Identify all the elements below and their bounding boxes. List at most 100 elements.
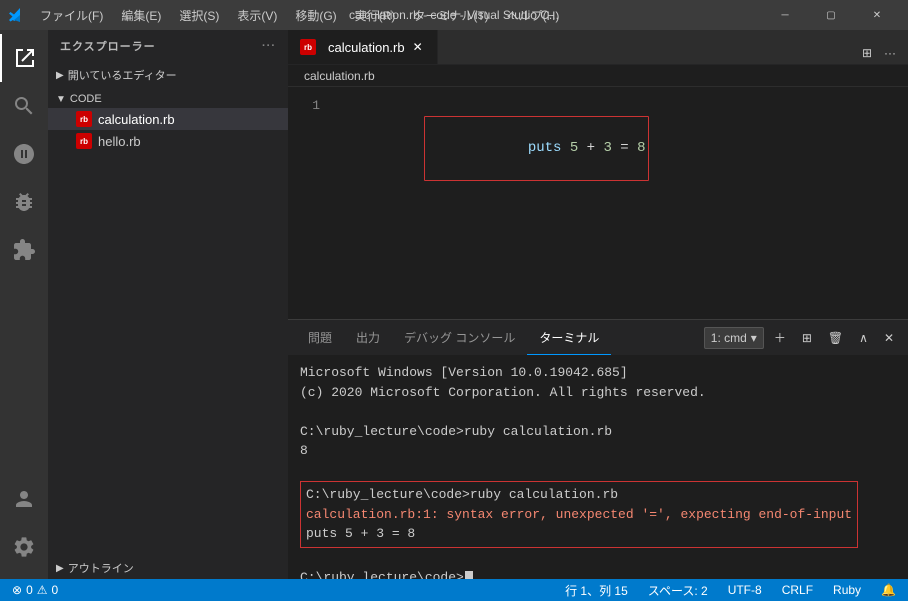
code-section-header[interactable]: ▼ CODE xyxy=(48,90,288,108)
outline-label: アウトライン xyxy=(68,560,134,576)
file-hello-rb[interactable]: rb hello.rb xyxy=(48,130,288,152)
indentation[interactable]: スペース: 2 xyxy=(644,579,712,601)
sidebar-header-actions: ··· xyxy=(262,40,276,52)
activity-search[interactable] xyxy=(0,82,48,130)
warning-number: 0 xyxy=(52,583,59,597)
add-terminal-button[interactable]: ＋ xyxy=(768,325,792,350)
maximize-panel-button[interactable]: ∧ xyxy=(853,327,874,349)
chevron-right-icon-2: ▶ xyxy=(56,563,64,574)
delete-terminal-button[interactable]: 🗑 xyxy=(822,327,849,349)
code-section-label: CODE xyxy=(70,93,102,105)
outline-header[interactable]: ▶ アウトライン xyxy=(48,557,288,579)
notifications-icon[interactable]: 🔔 xyxy=(877,579,900,601)
terminal-content[interactable]: Microsoft Windows [Version 10.0.19042.68… xyxy=(288,355,908,579)
file-name-calculation: calculation.rb xyxy=(98,112,175,127)
terminal-line-6 xyxy=(300,461,896,481)
terminal-line-2: (c) 2020 Microsoft Corporation. All righ… xyxy=(300,383,896,403)
chevron-right-icon: ▶ xyxy=(56,70,64,81)
keyword-puts: puts xyxy=(528,140,570,156)
tab-bar: rb calculation.rb ✕ ⊞ ··· xyxy=(288,30,908,65)
more-actions-button[interactable]: ··· xyxy=(880,42,900,64)
panel-area: 問題 出力 デバッグ コンソール ターミナル 1: cmd ▾ ＋ ⊞ 🗑 ∧ … xyxy=(288,319,908,579)
code-line-1: 1 puts 5 + 3 = 8 xyxy=(288,95,908,202)
language-mode[interactable]: Ruby xyxy=(829,579,865,601)
cursor-block xyxy=(465,571,473,579)
menu-edit[interactable]: 編集(E) xyxy=(113,3,169,28)
activity-account[interactable] xyxy=(0,475,48,523)
open-editors-label: 開いているエディター xyxy=(68,67,177,83)
warning-icon: ⚠ xyxy=(37,583,48,597)
terminal-line-5: 8 xyxy=(300,441,896,461)
number-3: 3 xyxy=(603,140,611,156)
panel-tab-terminal[interactable]: ターミナル xyxy=(527,320,611,355)
panel-tab-output[interactable]: 出力 xyxy=(344,320,392,355)
line-content-1: puts 5 + 3 = 8 xyxy=(336,95,908,202)
tab-file-icon: rb xyxy=(300,39,316,55)
split-terminal-button[interactable]: ⊞ xyxy=(796,327,818,349)
menu-select[interactable]: 選択(S) xyxy=(171,3,227,28)
debug-icon xyxy=(12,190,36,214)
operator-plus: + xyxy=(578,140,603,156)
file-name-hello: hello.rb xyxy=(98,134,141,149)
line-number-1: 1 xyxy=(288,95,336,202)
cursor-position[interactable]: 行 1、列 15 xyxy=(561,579,632,601)
tab-label: calculation.rb xyxy=(328,40,405,55)
terminal-error-block: C:\ruby_lecture\code>ruby calculation.rb… xyxy=(300,481,858,548)
eol[interactable]: CRLF xyxy=(778,579,817,601)
breadcrumb-file: calculation.rb xyxy=(304,69,375,83)
minimize-button[interactable]: ─ xyxy=(762,0,808,30)
terminal-line-3 xyxy=(300,402,896,422)
tab-bar-actions: ⊞ ··· xyxy=(850,42,908,64)
tab-calculation-rb[interactable]: rb calculation.rb ✕ xyxy=(288,30,438,64)
encoding[interactable]: UTF-8 xyxy=(724,579,766,601)
language-text: Ruby xyxy=(833,583,861,597)
close-panel-button[interactable]: ✕ xyxy=(878,327,900,349)
activity-bottom xyxy=(0,475,48,579)
extensions-icon xyxy=(12,238,36,262)
terminal-line-4: C:\ruby_lecture\code>ruby calculation.rb xyxy=(300,422,896,442)
vscode-icon xyxy=(8,7,24,23)
account-icon xyxy=(12,487,36,511)
error-number: 0 xyxy=(26,583,33,597)
breadcrumb: calculation.rb xyxy=(288,65,908,87)
sidebar: エクスプローラー ··· ▶ 開いているエディター ▼ CODE rb calc… xyxy=(48,30,288,579)
activity-bar xyxy=(0,30,48,579)
terminal-line-1: Microsoft Windows [Version 10.0.19042.68… xyxy=(300,363,896,383)
dropdown-arrow-icon: ▾ xyxy=(751,331,757,345)
panel-tab-problems[interactable]: 問題 xyxy=(296,320,344,355)
outline-section: ▶ アウトライン xyxy=(48,557,288,579)
terminal-selector[interactable]: 1: cmd ▾ xyxy=(704,327,764,349)
terminal-prompt: C:\ruby_lecture\code> xyxy=(300,568,896,579)
status-right: 行 1、列 15 スペース: 2 UTF-8 CRLF Ruby 🔔 xyxy=(561,579,900,601)
menu-view[interactable]: 表示(V) xyxy=(229,3,285,28)
activity-explorer[interactable] xyxy=(0,34,48,82)
terminal-name: 1: cmd xyxy=(711,331,747,345)
sidebar-more-icon[interactable]: ··· xyxy=(262,40,276,52)
panel-tab-debug[interactable]: デバッグ コンソール xyxy=(392,320,527,355)
error-count[interactable]: ⊗ 0 ⚠ 0 xyxy=(8,579,62,601)
eol-text: CRLF xyxy=(782,583,813,597)
open-editors-header[interactable]: ▶ 開いているエディター xyxy=(48,64,288,86)
activity-extensions[interactable] xyxy=(0,226,48,274)
file-calculation-rb[interactable]: rb calculation.rb xyxy=(48,108,288,130)
ruby-file-icon-2: rb xyxy=(76,133,92,149)
menu-go[interactable]: 移動(G) xyxy=(287,3,344,28)
maximize-button[interactable]: ▢ xyxy=(808,0,854,30)
panel-tab-bar: 問題 出力 デバッグ コンソール ターミナル 1: cmd ▾ ＋ ⊞ 🗑 ∧ … xyxy=(288,320,908,355)
terminal-error-cmd: C:\ruby_lecture\code>ruby calculation.rb xyxy=(306,485,852,505)
tab-close-button[interactable]: ✕ xyxy=(411,38,425,56)
menu-file[interactable]: ファイル(F) xyxy=(32,3,111,28)
status-left: ⊗ 0 ⚠ 0 xyxy=(8,579,62,601)
titlebar: ファイル(F) 編集(E) 選択(S) 表示(V) 移動(G) 実行(R) ター… xyxy=(0,0,908,30)
close-button[interactable]: ✕ xyxy=(854,0,900,30)
split-editor-button[interactable]: ⊞ xyxy=(858,42,876,64)
activity-git[interactable] xyxy=(0,130,48,178)
sidebar-title: エクスプローラー xyxy=(60,38,156,54)
operator-eq: = xyxy=(612,140,637,156)
open-editors-section: ▶ 開いているエディター xyxy=(48,62,288,88)
activity-debug[interactable] xyxy=(0,178,48,226)
code-editor[interactable]: 1 puts 5 + 3 = 8 xyxy=(288,87,908,319)
activity-settings[interactable] xyxy=(0,523,48,571)
ruby-file-icon: rb xyxy=(76,111,92,127)
search-icon xyxy=(12,94,36,118)
